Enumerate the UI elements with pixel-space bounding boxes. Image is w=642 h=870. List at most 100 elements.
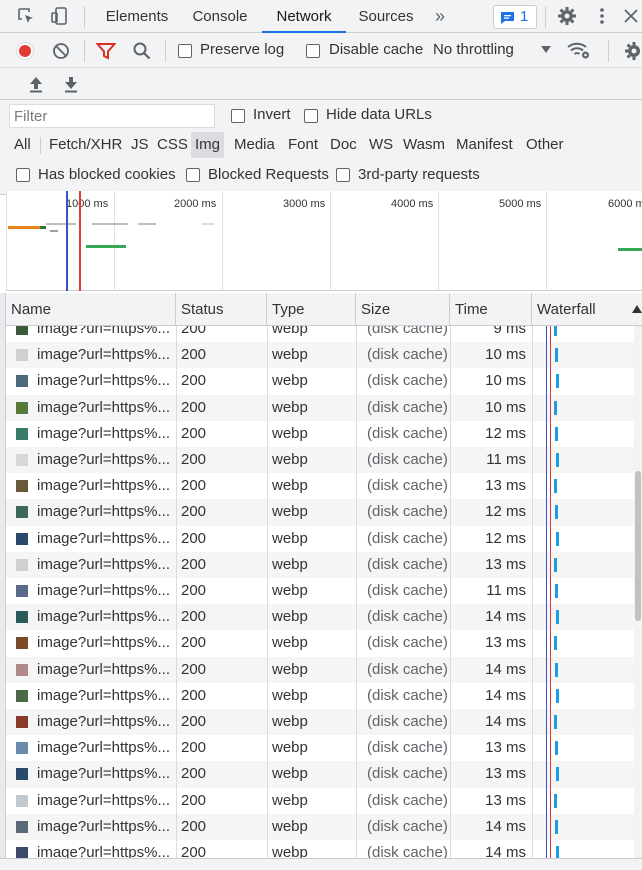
column-header-status[interactable]: Status bbox=[176, 293, 267, 326]
request-size: (disk cache) bbox=[367, 791, 448, 809]
tab-console[interactable]: Console bbox=[183, 0, 257, 33]
type-filter-css[interactable]: CSS bbox=[153, 132, 192, 158]
type-filter-js[interactable]: JS bbox=[127, 132, 153, 158]
divider bbox=[545, 6, 546, 28]
scrollbar-thumb[interactable] bbox=[635, 471, 641, 621]
request-name: image?url=https%... bbox=[37, 765, 170, 783]
network-conditions-wifi-icon[interactable] bbox=[566, 40, 592, 60]
request-name: image?url=https%... bbox=[37, 346, 170, 364]
type-filter-media[interactable]: Media bbox=[230, 132, 279, 158]
blocked-requests-checkbox[interactable] bbox=[186, 168, 200, 182]
more-tabs-chevron-icon[interactable]: » bbox=[435, 6, 445, 27]
type-filter-wasm[interactable]: Wasm bbox=[399, 132, 449, 158]
request-size: (disk cache) bbox=[367, 844, 448, 858]
close-icon[interactable] bbox=[622, 6, 640, 26]
request-name: image?url=https%... bbox=[37, 529, 170, 547]
tab-elements[interactable]: Elements bbox=[96, 0, 178, 33]
overview-activity-bar bbox=[92, 223, 128, 225]
request-size: (disk cache) bbox=[367, 739, 448, 757]
image-thumbnail-icon bbox=[16, 637, 28, 650]
search-icon[interactable] bbox=[132, 41, 152, 61]
hide-data-urls-checkbox[interactable] bbox=[304, 109, 318, 123]
filter-funnel-icon[interactable] bbox=[96, 42, 116, 60]
message-icon bbox=[501, 12, 514, 24]
sort-ascending-icon[interactable] bbox=[632, 305, 642, 313]
request-type: webp bbox=[272, 346, 308, 364]
request-type: webp bbox=[272, 844, 308, 858]
waterfall-bar bbox=[554, 636, 557, 651]
type-filter-img[interactable]: Img bbox=[191, 132, 225, 158]
invert-checkbox[interactable] bbox=[231, 109, 245, 123]
issues-button[interactable]: 1 bbox=[493, 5, 537, 29]
request-name: image?url=https%... bbox=[37, 634, 170, 652]
image-thumbnail-icon bbox=[16, 558, 28, 571]
column-header-time[interactable]: Time bbox=[450, 293, 532, 326]
request-status: 200 bbox=[181, 346, 207, 364]
has-blocked-cookies-checkbox[interactable] bbox=[16, 168, 30, 182]
type-filter-other[interactable]: Other bbox=[522, 132, 568, 158]
third-party-requests-label: 3rd-party requests bbox=[358, 166, 480, 183]
more-options-kebab-icon[interactable] bbox=[598, 6, 606, 26]
record-icon bbox=[19, 45, 31, 57]
request-size: (disk cache) bbox=[367, 686, 448, 704]
tab-sources[interactable]: Sources bbox=[350, 0, 422, 33]
request-size: (disk cache) bbox=[367, 660, 448, 678]
type-filter-font[interactable]: Font bbox=[284, 132, 322, 158]
column-header-name[interactable]: Name bbox=[6, 293, 176, 326]
dropdown-arrow-icon[interactable] bbox=[540, 45, 552, 55]
throttling-select[interactable]: No throttling bbox=[433, 41, 514, 58]
waterfall-bar bbox=[554, 400, 557, 415]
waterfall-bar bbox=[555, 741, 558, 756]
request-time: 12 ms bbox=[485, 503, 526, 521]
waterfall-bar bbox=[556, 531, 559, 546]
type-filter-all[interactable]: All bbox=[10, 132, 35, 158]
request-type: webp bbox=[272, 660, 308, 678]
request-type: webp bbox=[272, 608, 308, 626]
export-har-download-icon[interactable] bbox=[62, 74, 80, 94]
third-party-requests-checkbox[interactable] bbox=[336, 168, 350, 182]
settings-gear-icon[interactable] bbox=[557, 6, 577, 26]
network-overview-timeline[interactable]: 1000 ms 2000 ms 3000 ms 4000 ms 5000 ms … bbox=[6, 191, 642, 291]
request-name: image?url=https%... bbox=[37, 372, 170, 390]
request-status: 200 bbox=[181, 398, 207, 416]
request-name: image?url=https%... bbox=[37, 739, 170, 757]
request-size: (disk cache) bbox=[367, 346, 448, 364]
table-scrollbar[interactable] bbox=[634, 326, 642, 858]
request-size: (disk cache) bbox=[367, 529, 448, 547]
column-header-size[interactable]: Size bbox=[356, 293, 450, 326]
column-header-waterfall[interactable]: Waterfall bbox=[532, 293, 642, 326]
preserve-log-checkbox[interactable] bbox=[178, 44, 192, 58]
device-toolbar-icon[interactable] bbox=[50, 6, 70, 26]
request-type: webp bbox=[272, 791, 308, 809]
type-filter-ws[interactable]: WS bbox=[365, 132, 397, 158]
image-thumbnail-icon bbox=[16, 585, 28, 597]
inspect-element-icon[interactable] bbox=[16, 6, 36, 26]
request-name: image?url=https%... bbox=[37, 608, 170, 626]
request-name: image?url=https%... bbox=[37, 817, 170, 835]
import-har-upload-icon[interactable] bbox=[27, 74, 45, 94]
request-name: image?url=https%... bbox=[37, 791, 170, 809]
overview-activity-bar bbox=[138, 223, 156, 225]
divider bbox=[608, 40, 609, 62]
filter-input[interactable] bbox=[9, 104, 215, 128]
clear-icon[interactable] bbox=[52, 42, 70, 60]
request-size: (disk cache) bbox=[367, 477, 448, 495]
waterfall-bar bbox=[555, 348, 558, 363]
request-size: (disk cache) bbox=[367, 398, 448, 416]
request-time: 9 ms bbox=[493, 326, 526, 337]
waterfall-bar bbox=[554, 557, 557, 572]
waterfall-bar bbox=[555, 662, 558, 677]
type-filter-fetch-xhr[interactable]: Fetch/XHR bbox=[45, 132, 126, 158]
record-button[interactable] bbox=[16, 42, 34, 60]
request-status: 200 bbox=[181, 660, 207, 678]
divider bbox=[165, 40, 166, 62]
request-time: 10 ms bbox=[485, 398, 526, 416]
image-thumbnail-icon bbox=[16, 847, 28, 858]
disable-cache-checkbox[interactable] bbox=[306, 44, 320, 58]
type-filter-doc[interactable]: Doc bbox=[326, 132, 361, 158]
network-settings-gear-icon[interactable] bbox=[624, 41, 642, 61]
tab-network[interactable]: Network bbox=[262, 0, 346, 33]
column-header-type[interactable]: Type bbox=[267, 293, 356, 326]
type-filter-manifest[interactable]: Manifest bbox=[452, 132, 517, 158]
overview-tick-label: 4000 ms bbox=[391, 198, 434, 210]
